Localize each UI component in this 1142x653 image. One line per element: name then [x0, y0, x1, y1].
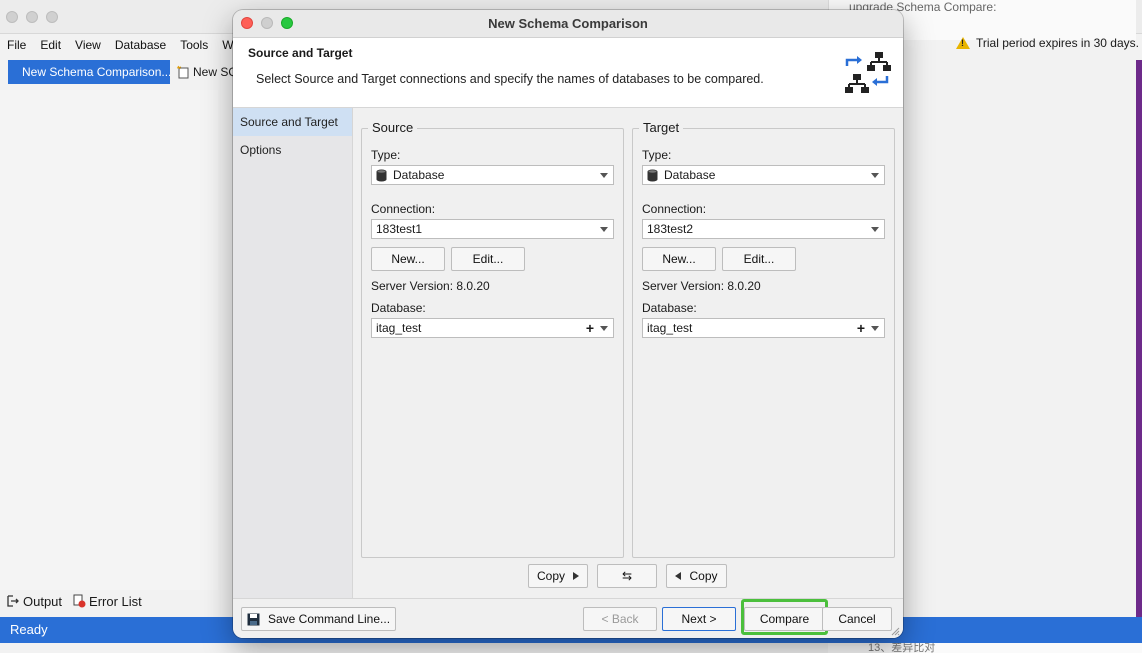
source-new-connection-button[interactable]: New...: [371, 247, 445, 271]
chevron-down-icon: [600, 227, 608, 232]
target-database-label: Database:: [642, 301, 697, 315]
source-database-select[interactable]: itag_test +: [371, 318, 614, 338]
dialog-titlebar: New Schema Comparison: [233, 10, 903, 38]
source-database-value: itag_test: [376, 321, 422, 335]
arrow-right-icon: [573, 572, 579, 580]
new-sql-icon: [176, 65, 189, 79]
source-connection-label: Connection:: [371, 202, 436, 216]
tab-label: New Schema Comparison...: [22, 65, 170, 79]
copy-right-label: Copy: [536, 569, 565, 583]
app-minimize-button[interactable]: [26, 11, 38, 23]
target-server-version: Server Version: 8.0.20: [642, 279, 761, 293]
target-connection-value: 183test2: [647, 222, 694, 236]
nav-item-source-and-target[interactable]: Source and Target: [233, 108, 352, 136]
menu-view[interactable]: View: [68, 36, 108, 54]
target-group: Target Type: Database Connection: 183tes…: [632, 120, 895, 558]
save-command-line-label: Save Command Line...: [267, 612, 391, 626]
schema-compare-icon: [845, 52, 891, 93]
menu-database[interactable]: Database: [108, 36, 173, 54]
document-tabs: New Schema Comparison... New SQ: [0, 60, 240, 86]
copy-source-to-target-button[interactable]: Copy: [528, 564, 588, 588]
background-document-footer-text: 13、差异比对: [868, 643, 936, 653]
target-connection-label: Connection:: [642, 202, 707, 216]
tab-new-schema-comparison[interactable]: New Schema Comparison...: [8, 60, 170, 84]
chevron-down-icon: [871, 326, 879, 331]
tab-error-list[interactable]: Error List: [72, 594, 142, 609]
target-connection-select[interactable]: 183test2: [642, 219, 885, 239]
left-panel: [0, 90, 218, 590]
error-list-icon: [73, 594, 86, 608]
tab-output[interactable]: Output: [6, 594, 62, 609]
menu-tools[interactable]: Tools: [173, 36, 215, 54]
save-command-line-button[interactable]: Save Command Line...: [241, 607, 396, 631]
target-type-select[interactable]: Database: [642, 165, 885, 185]
bottom-panel-tabs: Output Error List: [0, 590, 142, 612]
chevron-down-icon: [871, 173, 879, 178]
back-button[interactable]: < Back: [583, 607, 657, 631]
tab-new-sql[interactable]: New SQ: [176, 60, 238, 84]
source-type-select[interactable]: Database: [371, 165, 614, 185]
database-icon: [376, 169, 387, 181]
source-server-version: Server Version: 8.0.20: [371, 279, 490, 293]
resize-grip-icon[interactable]: [890, 626, 900, 636]
output-tab-label: Output: [23, 593, 63, 609]
source-database-label: Database:: [371, 301, 426, 315]
new-schema-comparison-dialog: New Schema Comparison Source and Target …: [233, 10, 903, 638]
background-document-footer: 13、差异比对: [828, 643, 1142, 653]
source-type-value: Database: [393, 168, 445, 182]
save-icon: [247, 613, 260, 625]
source-connection-value: 183test1: [376, 222, 423, 236]
output-icon: [7, 595, 19, 607]
add-icon[interactable]: +: [857, 320, 865, 336]
trial-notice-text: Trial period expires in 30 days.: [976, 36, 1139, 50]
source-target-page: Source Type: Database Connection: 183tes…: [353, 108, 903, 598]
error-list-tab-label: Error List: [89, 593, 142, 609]
source-legend: Source: [368, 120, 418, 135]
source-type-label: Type:: [371, 148, 401, 162]
header-title: Source and Target: [248, 46, 353, 60]
trial-notice: Trial period expires in 30 days.: [956, 36, 1139, 50]
menu-file[interactable]: File: [0, 36, 33, 54]
target-database-select[interactable]: itag_test +: [642, 318, 885, 338]
next-button[interactable]: Next >: [662, 607, 736, 631]
cancel-button[interactable]: Cancel: [822, 607, 892, 631]
warning-icon: [956, 37, 970, 49]
dialog-header: Source and Target Select Source and Targ…: [233, 38, 903, 108]
menubar: File Edit View Database Tools Win: [0, 36, 250, 54]
chevron-down-icon: [600, 173, 608, 178]
dialog-footer: Save Command Line... < Back Next > Compa…: [233, 598, 903, 638]
wizard-nav: Source and Target Options: [233, 108, 353, 598]
add-icon[interactable]: +: [586, 320, 594, 336]
nav-item-options[interactable]: Options: [233, 136, 352, 164]
target-legend: Target: [639, 120, 684, 135]
compare-button[interactable]: Compare: [744, 607, 825, 631]
target-new-connection-button[interactable]: New...: [642, 247, 716, 271]
app-zoom-button[interactable]: [46, 11, 58, 23]
chevron-down-icon: [600, 326, 608, 331]
target-database-value: itag_test: [647, 321, 693, 335]
menu-edit[interactable]: Edit: [33, 36, 68, 54]
source-edit-connection-button[interactable]: Edit...: [451, 247, 525, 271]
background-scroll-strip: [1136, 60, 1142, 620]
target-type-value: Database: [664, 168, 716, 182]
tab-label: New SQ: [193, 65, 238, 79]
copy-target-to-source-button[interactable]: Copy: [666, 564, 727, 588]
app-window-controls: [6, 11, 58, 23]
source-group: Source Type: Database Connection: 183tes…: [361, 120, 624, 558]
chevron-down-icon: [871, 227, 879, 232]
target-edit-connection-button[interactable]: Edit...: [722, 247, 796, 271]
copy-left-label: Copy: [689, 569, 718, 583]
database-icon: [647, 169, 658, 181]
arrow-left-icon: [675, 572, 682, 580]
status-text: Ready: [10, 622, 48, 637]
app-close-button[interactable]: [6, 11, 18, 23]
swap-source-target-button[interactable]: ⇆: [597, 564, 657, 588]
dialog-title: New Schema Comparison: [488, 16, 648, 31]
header-description: Select Source and Target connections and…: [256, 72, 764, 86]
target-type-label: Type:: [642, 148, 672, 162]
source-connection-select[interactable]: 183test1: [371, 219, 614, 239]
swap-icon: ⇆: [621, 569, 633, 583]
